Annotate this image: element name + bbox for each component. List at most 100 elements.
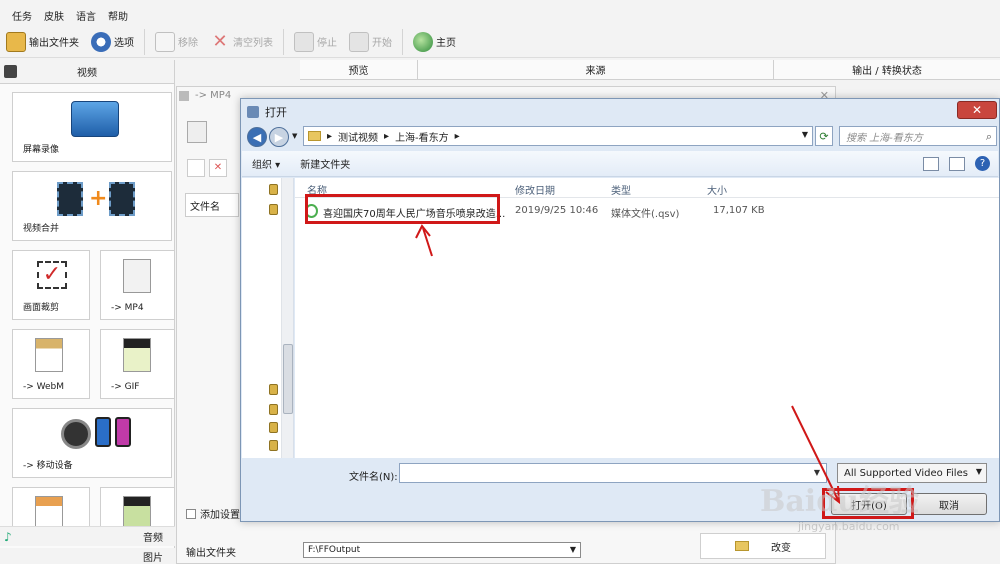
clear-x-icon: ✕ [212, 30, 228, 52]
format-factory-window: 任务 皮肤 语言 帮助 输出文件夹 选项 移除 ✕ 清空列表 停止 开始 主页 … [0, 0, 1000, 564]
remove-button[interactable]: 移除 [149, 28, 204, 56]
forward-arrow-icon: ▶ [274, 130, 284, 144]
search-box[interactable]: 搜索 上海-看东方 ⌕ [839, 126, 997, 146]
back-arrow-icon: ◀ [252, 130, 262, 144]
breadcrumb-item[interactable]: 测试视频 [338, 129, 378, 144]
to-gif-tile[interactable]: -> GIF [100, 329, 175, 399]
output-folder-button[interactable]: 输出文件夹 [0, 28, 85, 56]
output-path-select[interactable]: F:\FFOutput ▼ [303, 542, 581, 558]
dialog-app-icon [247, 106, 259, 118]
stop-icon [294, 31, 314, 52]
start-button[interactable]: 开始 [343, 28, 398, 56]
home-label: 主页 [436, 38, 456, 49]
lock-icon [269, 384, 278, 395]
film-reel-icon [61, 419, 91, 449]
main-toolbar: 输出文件夹 选项 移除 ✕ 清空列表 停止 开始 主页 [0, 26, 1000, 58]
preview-pane-icon[interactable] [949, 156, 965, 171]
clear-list-button[interactable]: ✕ 清空列表 [204, 28, 279, 56]
navigation-bar: ◀ ▶ ▼ ▸ 测试视频 ▸ 上海-看东方 ▸ ▼ ⟳ 搜索 上海-看东方 ⌕ [241, 125, 999, 147]
address-dropdown-icon[interactable]: ▼ [802, 130, 808, 139]
new-folder-button[interactable]: 新建文件夹 [290, 156, 360, 171]
history-dropdown-icon[interactable]: ▼ [292, 132, 297, 140]
help-icon[interactable]: ? [975, 156, 990, 171]
cancel-button[interactable]: 取消 [911, 493, 987, 515]
mobile-device-label: -> 移动设备 [23, 461, 73, 471]
stop-label: 停止 [317, 38, 337, 49]
organize-button[interactable]: 组织 ▾ [242, 156, 290, 171]
file-size: 17,107 KB [713, 205, 765, 216]
back-button[interactable]: ◀ [247, 127, 267, 147]
document-remove-icon [155, 31, 175, 52]
size-column-header[interactable]: 大小 [707, 182, 727, 197]
output-folder-label: 输出文件夹 [186, 548, 236, 559]
format-tile[interactable] [12, 487, 90, 528]
mp4-small-icon [179, 91, 189, 101]
video-category-header[interactable]: 视频 [0, 60, 174, 84]
address-bar[interactable]: ▸ 测试视频 ▸ 上海-看东方 ▸ ▼ [303, 126, 813, 146]
camera-icon [71, 101, 119, 137]
preview-column[interactable]: 预览 [300, 60, 418, 79]
output-path-value: F:\FFOutput [308, 545, 361, 555]
lock-icon [269, 440, 278, 451]
output-status-column[interactable]: 输出 / 转换状态 [774, 60, 1000, 79]
breadcrumb-item[interactable]: 上海-看东方 [395, 129, 449, 144]
type-column-header[interactable]: 类型 [611, 182, 631, 197]
play-icon [349, 31, 369, 52]
phone-icon [115, 417, 131, 447]
nav-scrollbar-thumb[interactable] [283, 344, 293, 414]
home-button[interactable]: 主页 [407, 28, 462, 56]
film-strip-icon [57, 182, 83, 216]
change-folder-button[interactable]: 改变 [700, 533, 826, 559]
to-mp4-label: -> MP4 [111, 303, 144, 313]
refresh-icon: ⟳ [819, 129, 829, 143]
options-button[interactable]: 选项 [85, 28, 140, 56]
forward-button[interactable]: ▶ [269, 127, 289, 147]
modified-column-header[interactable]: 修改日期 [515, 182, 555, 197]
menu-language[interactable]: 语言 [70, 6, 102, 24]
gif-file-icon [123, 338, 151, 372]
menu-task[interactable]: 任务 [6, 6, 38, 24]
audio-category-label: 音频 [143, 533, 163, 544]
mobile-device-tile[interactable]: -> 移动设备 [12, 408, 172, 478]
film-strip-icon [109, 182, 135, 216]
image-category[interactable]: 图片 [0, 548, 175, 564]
folder-icon [308, 131, 321, 141]
to-webm-tile[interactable]: -> WebM [12, 329, 90, 399]
toolbar-divider [402, 28, 403, 55]
to-webm-label: -> WebM [23, 382, 65, 392]
checkbox[interactable] [186, 508, 196, 519]
music-icon: ♪ [4, 530, 12, 544]
mp4-file-icon [123, 259, 151, 293]
remove-file-button[interactable]: ✕ [209, 159, 227, 177]
function-panel: 视频 屏幕录像 + 视频合并 ✓ 画面裁剪 -> MP4 -> WebM -> … [0, 60, 175, 564]
stop-button[interactable]: 停止 [288, 28, 343, 56]
crop-tile[interactable]: ✓ 画面裁剪 [12, 250, 90, 320]
to-avi-tile[interactable] [100, 487, 175, 528]
toolbar-divider [144, 28, 145, 55]
refresh-button[interactable]: ⟳ [815, 126, 833, 146]
dialog-close-button[interactable]: ✕ [957, 101, 997, 119]
breadcrumb-separator-icon: ▸ [327, 130, 333, 142]
nav-scrollbar[interactable] [281, 178, 293, 458]
watermark-logo: Baidu经验 [760, 484, 919, 519]
audio-category[interactable]: ♪ 音频 [0, 526, 175, 546]
lock-icon [269, 404, 278, 415]
to-mp4-tile[interactable]: -> MP4 [100, 250, 175, 320]
screen-record-label: 屏幕录像 [23, 145, 60, 155]
screen-record-tile[interactable]: 屏幕录像 [12, 92, 172, 162]
menu-skin[interactable]: 皮肤 [38, 6, 70, 24]
folder-icon [6, 31, 26, 52]
view-options-icon[interactable] [923, 156, 939, 171]
video-merge-tile[interactable]: + 视频合并 [12, 171, 172, 241]
lock-icon [269, 204, 278, 215]
filename-column-label: 文件名 [190, 202, 220, 213]
webm-file-icon [35, 338, 63, 372]
menu-help[interactable]: 帮助 [102, 6, 134, 24]
avi-file-icon [123, 496, 151, 528]
phone-icon [95, 417, 111, 447]
video-merge-label: 视频合并 [23, 224, 60, 234]
remove-label: 移除 [178, 38, 198, 49]
source-column[interactable]: 来源 [418, 60, 774, 79]
add-file-button[interactable] [187, 159, 205, 177]
image-category-label: 图片 [143, 552, 163, 564]
